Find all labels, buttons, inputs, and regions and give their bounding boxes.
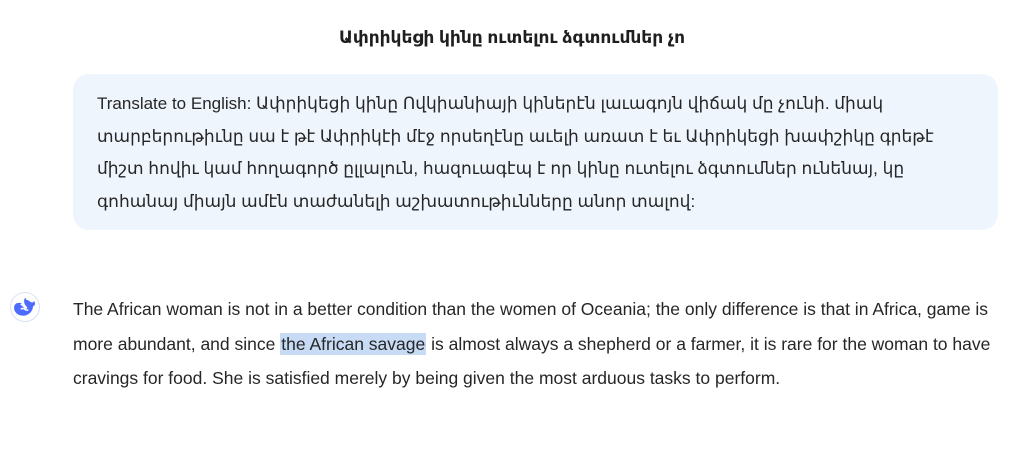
chat-title[interactable]: Ափրիկեցի կինը ուտելու ձգտումներ չո [0,28,1024,48]
user-message-text: Translate to English: Ափրիկեցի կինը Ովկի… [97,94,934,211]
chat-page: Ափրիկեցի կինը ուտելու ձգտումներ չո Trans… [0,0,1024,462]
assistant-message-text: The African woman is not in a better con… [73,292,1001,396]
selected-text-highlight[interactable]: the African savage [280,332,427,355]
whale-logo-svg [14,298,36,316]
whale-logo-icon [10,292,40,322]
user-message-bubble: Translate to English: Ափրիկեցի կինը Ովկի… [73,74,998,230]
